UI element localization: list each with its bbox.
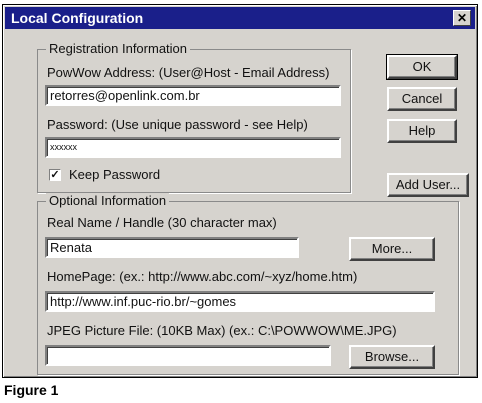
browse-button[interactable]: Browse... [349, 345, 435, 369]
powwow-address-label: PowWow Address: (User@Host - Email Addre… [47, 65, 330, 80]
local-configuration-dialog: Local Configuration ✕ Registration Infor… [2, 4, 478, 378]
homepage-field[interactable]: http://www.inf.puc-rio.br/~gomes [45, 291, 435, 312]
window-title: Local Configuration [11, 10, 144, 26]
more-button[interactable]: More... [349, 237, 435, 261]
real-name-field[interactable]: Renata [45, 237, 299, 258]
jpeg-file-field[interactable] [45, 345, 331, 366]
password-field[interactable]: xxxxxx [45, 137, 341, 158]
add-user-button[interactable]: Add User... [387, 173, 469, 197]
help-button[interactable]: Help [387, 119, 457, 143]
jpeg-file-label: JPEG Picture File: (10KB Max) (ex.: C:\P… [47, 323, 397, 338]
registration-group-label: Registration Information [46, 41, 191, 56]
cancel-button[interactable]: Cancel [387, 87, 457, 111]
keep-password-checkbox[interactable]: ✓ [49, 169, 61, 181]
figure-caption: Figure 1 [4, 382, 59, 398]
password-label: Password: (Use unique password - see Hel… [47, 117, 308, 132]
real-name-label: Real Name / Handle (30 character max) [47, 215, 277, 230]
keep-password-label[interactable]: Keep Password [69, 167, 160, 182]
powwow-address-field[interactable]: retorres@openlink.com.br [45, 85, 341, 106]
homepage-label: HomePage: (ex.: http://www.abc.com/~xyz/… [47, 269, 358, 284]
close-icon[interactable]: ✕ [453, 10, 471, 26]
title-bar[interactable]: Local Configuration ✕ [5, 7, 475, 29]
optional-group-label: Optional Information [46, 193, 170, 208]
ok-button[interactable]: OK [386, 54, 458, 80]
